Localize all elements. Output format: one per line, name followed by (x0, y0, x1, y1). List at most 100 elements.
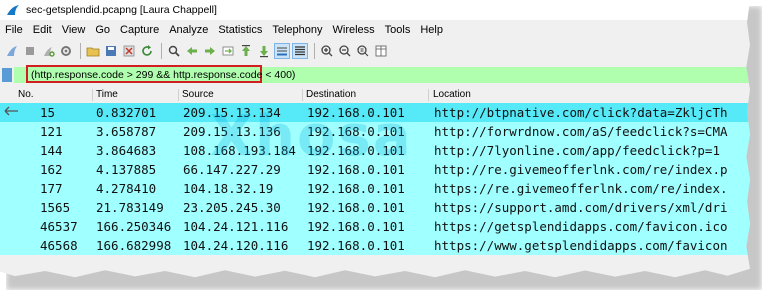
zoom-out-icon[interactable] (337, 43, 353, 59)
packet-row[interactable]: 177 4.278410 104.18.32.19 192.168.0.101 … (0, 179, 750, 198)
cell-destination: 192.168.0.101 (307, 200, 405, 215)
open-file-icon[interactable] (85, 43, 101, 59)
packet-list-header: No. Time Source Destination Location (0, 88, 750, 102)
menu-bar: File Edit View Go Capture Analyze Statis… (0, 22, 448, 38)
column-header-source[interactable]: Source (182, 89, 214, 101)
zoom-in-icon[interactable] (319, 43, 335, 59)
packet-row[interactable]: 144 3.864683 108.168.193.184 192.168.0.1… (0, 141, 750, 160)
cell-time: 3.658787 (96, 124, 157, 139)
wireshark-window: sec-getsplendid.pcapng [Laura Chappell] … (0, 0, 750, 278)
cell-source: 209.15.13.136 (183, 124, 281, 139)
column-header-destination[interactable]: Destination (306, 89, 356, 101)
cell-source: 209.15.13.134 (183, 105, 281, 120)
column-header-no[interactable]: No. (18, 89, 34, 101)
cell-destination: 192.168.0.101 (307, 219, 405, 234)
cell-no: 46537 (40, 219, 78, 234)
menu-wireless[interactable]: Wireless (328, 24, 380, 36)
packet-row[interactable]: 162 4.137885 66.147.227.29 192.168.0.101… (0, 160, 750, 179)
column-divider[interactable] (302, 89, 303, 101)
filter-bookmark-icon[interactable] (2, 68, 12, 82)
title-bar: sec-getsplendid.pcapng [Laura Chappell] (0, 0, 750, 20)
menu-edit[interactable]: Edit (28, 24, 57, 36)
cell-location: http://btpnative.com/click?data=ZkljcTh (434, 105, 728, 120)
toolbar-separator (161, 43, 162, 59)
cell-source: 66.147.227.29 (183, 162, 281, 177)
cell-source: 104.18.32.19 (183, 181, 274, 196)
packet-row[interactable]: 15 0.832701 209.15.13.134 192.168.0.101 … (0, 103, 750, 122)
menu-capture[interactable]: Capture (115, 24, 164, 36)
main-toolbar (0, 40, 750, 62)
cell-destination: 192.168.0.101 (307, 181, 405, 196)
window-title: sec-getsplendid.pcapng [Laura Chappell] (26, 4, 217, 16)
menu-file[interactable]: File (0, 24, 28, 36)
packet-row[interactable]: 46537 166.250346 104.24.121.116 192.168.… (0, 217, 750, 236)
stop-capture-icon[interactable] (22, 43, 38, 59)
menu-tools[interactable]: Tools (380, 24, 416, 36)
packet-row[interactable]: 46568 166.682998 104.24.120.116 192.168.… (0, 236, 750, 255)
cell-destination: 192.168.0.101 (307, 143, 405, 158)
packet-row[interactable]: 121 3.658787 209.15.13.136 192.168.0.101… (0, 122, 750, 141)
cell-no: 15 (40, 105, 56, 120)
last-packet-icon[interactable] (256, 43, 272, 59)
cell-no: 121 (40, 124, 63, 139)
menu-telephony[interactable]: Telephony (267, 24, 327, 36)
column-header-time[interactable]: Time (96, 89, 118, 101)
find-packet-icon[interactable] (166, 43, 182, 59)
menu-analyze[interactable]: Analyze (164, 24, 213, 36)
go-to-packet-icon[interactable] (220, 43, 236, 59)
cell-destination: 192.168.0.101 (307, 238, 405, 253)
cell-location: https://re.givemeofferlnk.com/re/index. (434, 181, 728, 196)
cell-location: https://support.amd.com/drivers/xml/dri (434, 200, 728, 215)
resize-columns-icon[interactable] (373, 43, 389, 59)
menu-statistics[interactable]: Statistics (213, 24, 267, 36)
toolbar-separator (80, 43, 81, 59)
cell-time: 3.864683 (96, 143, 157, 158)
first-packet-icon[interactable] (238, 43, 254, 59)
cell-location: http://forwrdnow.com/aS/feedclick?s=CMA (434, 124, 728, 139)
cell-location: http://7lyonline.com/app/feedclick?p=1 (434, 143, 720, 158)
cell-no: 144 (40, 143, 63, 158)
cell-time: 21.783149 (96, 200, 164, 215)
cell-no: 46568 (40, 238, 78, 253)
cell-time: 4.278410 (96, 181, 157, 196)
menu-go[interactable]: Go (90, 24, 115, 36)
save-file-icon[interactable] (103, 43, 119, 59)
zoom-normal-icon[interactable] (355, 43, 371, 59)
start-capture-icon[interactable] (4, 43, 20, 59)
colorize-icon[interactable] (292, 43, 308, 59)
cell-destination: 192.168.0.101 (307, 124, 405, 139)
column-divider[interactable] (428, 89, 429, 101)
restart-capture-icon[interactable] (40, 43, 56, 59)
packet-list: 15 0.832701 209.15.13.134 192.168.0.101 … (0, 103, 750, 255)
reload-file-icon[interactable] (139, 43, 155, 59)
go-forward-icon[interactable] (202, 43, 218, 59)
cell-source: 23.205.245.30 (183, 200, 281, 215)
cell-location: https://getsplendidapps.com/favicon.ico (434, 219, 728, 234)
cell-no: 177 (40, 181, 63, 196)
wireshark-fin-icon (7, 5, 19, 15)
column-divider[interactable] (178, 89, 179, 101)
cell-source: 104.24.120.116 (183, 238, 289, 253)
cell-destination: 192.168.0.101 (307, 105, 405, 120)
packet-row[interactable]: 1565 21.783149 23.205.245.30 192.168.0.1… (0, 198, 750, 217)
column-header-location[interactable]: Location (433, 89, 471, 101)
cell-no: 162 (40, 162, 63, 177)
column-divider[interactable] (92, 89, 93, 101)
display-filter-text: (http.response.code > 299 && http.respon… (31, 69, 296, 81)
cell-source: 104.24.121.116 (183, 219, 289, 234)
cell-location: https://www.getsplendidapps.com/favicon (434, 238, 728, 253)
cell-time: 4.137885 (96, 162, 157, 177)
selected-packet-arrow-icon (4, 106, 18, 116)
cell-time: 0.832701 (96, 105, 157, 120)
display-filter-bar: (http.response.code > 299 && http.respon… (0, 64, 750, 86)
menu-help[interactable]: Help (415, 24, 448, 36)
cell-source: 108.168.193.184 (183, 143, 296, 158)
capture-options-icon[interactable] (58, 43, 74, 59)
menu-view[interactable]: View (57, 24, 91, 36)
auto-scroll-icon[interactable] (274, 43, 290, 59)
cell-time: 166.682998 (96, 238, 172, 253)
close-file-icon[interactable] (121, 43, 137, 59)
cell-destination: 192.168.0.101 (307, 162, 405, 177)
go-back-icon[interactable] (184, 43, 200, 59)
toolbar-separator (314, 43, 315, 59)
